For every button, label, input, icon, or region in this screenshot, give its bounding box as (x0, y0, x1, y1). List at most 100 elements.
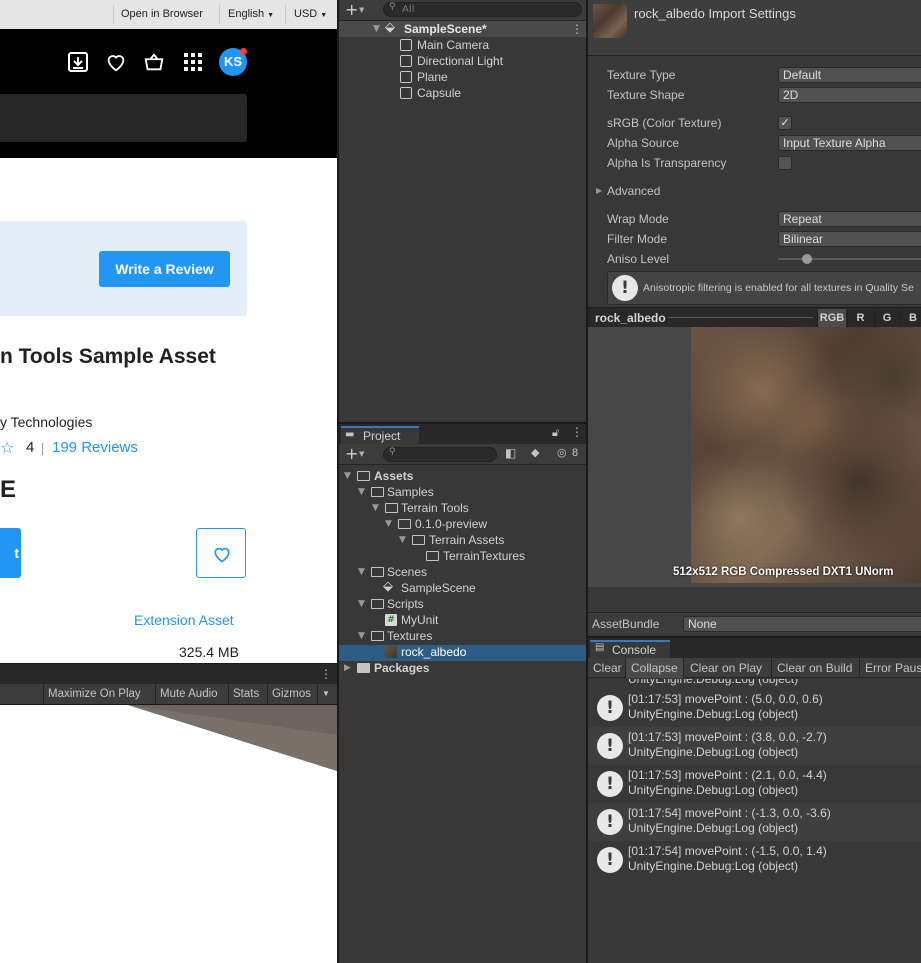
tree-item-terrain-textures[interactable]: TerrainTextures (339, 548, 586, 564)
game-scene-render[interactable] (0, 705, 337, 963)
project-search-input[interactable]: ⚲ (383, 447, 497, 462)
pane-divider[interactable] (588, 636, 921, 638)
more-options-icon[interactable]: ⋮ (320, 667, 332, 681)
texture-type-dropdown[interactable]: Default (778, 67, 921, 83)
log-entry[interactable]: ! [01:17:53] movePoint : (2.1, 0.0, -4.4… (588, 765, 921, 803)
expand-arrow-icon[interactable]: ▼ (358, 599, 368, 609)
clear-on-play-toggle[interactable]: Clear on Play (685, 658, 767, 678)
collapsed-arrow-icon[interactable]: ▶ (344, 663, 354, 673)
clear-button[interactable]: Clear (588, 658, 627, 678)
log-info-icon: ! (597, 695, 623, 721)
channel-g-button[interactable]: G (874, 309, 899, 327)
expand-arrow-icon[interactable]: ▼ (358, 567, 368, 577)
language-select[interactable]: English ▼ (228, 0, 274, 29)
folder-icon (398, 519, 411, 529)
gizmos-toggle[interactable]: Gizmos (267, 684, 315, 704)
publisher-link[interactable]: y Technologies (0, 414, 92, 430)
wishlist-heart-icon[interactable] (105, 51, 129, 73)
hierarchy-item-directional-light[interactable]: Directional Light (339, 53, 586, 69)
tree-item-version[interactable]: ▼ 0.1.0-preview (339, 516, 586, 532)
add-object-plus-icon[interactable]: + (345, 0, 358, 20)
tree-item-assets[interactable]: ▼ Assets (339, 468, 586, 484)
search-by-type-icon[interactable]: ◧ (505, 446, 516, 460)
favorite-button[interactable] (196, 528, 246, 578)
aniso-level-slider[interactable] (778, 258, 921, 260)
tree-item-label: Scenes (387, 565, 428, 579)
extension-asset-link[interactable]: Extension Asset (134, 612, 234, 628)
log-source: UnityEngine.Debug:Log (object) (628, 745, 799, 759)
pane-divider[interactable] (339, 422, 586, 424)
hierarchy-item-capsule[interactable]: Capsule (339, 85, 586, 101)
assetbundle-dropdown[interactable]: None (683, 616, 921, 632)
tree-item-scripts[interactable]: ▼ Scripts (339, 596, 586, 612)
tree-item-rock-albedo[interactable]: rock_albedo (339, 644, 586, 660)
log-entry[interactable]: ! [01:17:54] movePoint : (-1.3, 0.0, -3.… (588, 803, 921, 841)
tree-item-terrain-assets[interactable]: ▼ Terrain Assets (339, 532, 586, 548)
channel-r-button[interactable]: R (847, 309, 873, 327)
hierarchy-search-input[interactable]: ⚲ All (383, 2, 582, 17)
maximize-on-play-toggle[interactable]: Maximize On Play (43, 684, 145, 704)
chevron-down-icon[interactable]: ▼ (359, 3, 364, 17)
alpha-source-dropdown[interactable]: Input Texture Alpha (778, 135, 921, 151)
search-by-label-icon[interactable]: ◆ (531, 446, 539, 459)
more-options-icon[interactable]: ⋮ (571, 21, 583, 37)
collapsed-arrow-icon[interactable]: ▶ (596, 186, 602, 195)
alpha-transparency-checkbox[interactable] (778, 156, 792, 170)
expand-arrow-icon[interactable]: ▼ (358, 487, 368, 497)
texture-shape-dropdown[interactable]: 2D (778, 87, 921, 103)
log-entry[interactable]: ! [01:17:53] movePoint : (3.8, 0.0, -2.7… (588, 727, 921, 765)
tab-project[interactable]: ▬ Project (341, 426, 419, 444)
log-entry[interactable]: ! [01:17:54] movePoint : (-1.5, 0.0, 1.4… (588, 841, 921, 879)
apps-grid-icon[interactable] (182, 51, 206, 73)
error-pause-toggle[interactable]: Error Paus (859, 658, 921, 678)
collapse-toggle[interactable]: Collapse (625, 658, 684, 678)
expand-arrow-icon[interactable]: ▼ (372, 503, 382, 513)
hierarchy-item-main-camera[interactable]: Main Camera (339, 37, 586, 53)
mute-audio-toggle[interactable]: Mute Audio (155, 684, 222, 704)
hidden-packages-icon[interactable]: ◎ (557, 446, 567, 459)
expand-arrow-icon[interactable]: ▼ (373, 24, 383, 34)
chevron-down-icon[interactable]: ▼ (359, 447, 364, 461)
log-entry[interactable]: ! [01:17:53] movePoint : (5.0, 0.0, 0.6)… (588, 689, 921, 727)
expand-arrow-icon[interactable]: ▼ (358, 631, 368, 641)
clear-on-build-toggle[interactable]: Clear on Build (771, 658, 857, 678)
store-search-input[interactable] (0, 94, 247, 142)
add-to-my-assets-button[interactable]: t (0, 528, 21, 578)
scene-row[interactable]: ▼ ⬙ SampleScene* ⋮ (339, 20, 586, 37)
more-options-icon[interactable]: ⋮ (571, 425, 583, 439)
channel-b-button[interactable]: B (900, 309, 921, 327)
hidden-packages-count: 8 (572, 447, 579, 459)
reviews-link[interactable]: 199 Reviews (52, 439, 138, 456)
aniso-slider-handle[interactable] (802, 254, 812, 264)
create-plus-icon[interactable]: + (345, 444, 358, 464)
tree-item-packages[interactable]: ▶ Packages (339, 660, 586, 676)
tree-item-scenes[interactable]: ▼ Scenes (339, 564, 586, 580)
console-toolbar: Clear Collapse Clear on Play Clear on Bu… (588, 658, 921, 678)
texture-preview-area[interactable]: 512x512 RGB Compressed DXT1 UNorm (588, 327, 921, 587)
open-in-browser-link[interactable]: Open in Browser (121, 0, 203, 29)
hierarchy-item-label: Capsule (417, 86, 462, 100)
tree-item-samples[interactable]: ▼ Samples (339, 484, 586, 500)
filter-mode-dropdown[interactable]: Bilinear (778, 231, 921, 247)
expand-arrow-icon[interactable]: ▼ (385, 519, 395, 529)
expand-arrow-icon[interactable]: ▼ (399, 535, 409, 545)
tree-item-sample-scene[interactable]: ⬙ SampleScene (339, 579, 586, 596)
stats-toggle[interactable]: Stats (228, 684, 264, 704)
srgb-checkbox[interactable]: ✓ (778, 116, 792, 130)
tree-item-terrain-tools[interactable]: ▼ Terrain Tools (339, 500, 586, 516)
advanced-foldout[interactable]: Advanced (607, 181, 660, 201)
tree-item-textures[interactable]: ▼ Textures (339, 628, 586, 644)
cart-basket-icon[interactable] (143, 51, 167, 73)
store-topbar: Open in Browser English ▼ USD ▼ (0, 0, 337, 29)
expand-arrow-icon[interactable]: ▼ (344, 471, 354, 481)
tab-console[interactable]: ▤ Console (590, 640, 670, 658)
wrap-mode-dropdown[interactable]: Repeat (778, 211, 921, 227)
hierarchy-item-plane[interactable]: Plane (339, 69, 586, 85)
channel-rgb-button[interactable]: RGB (817, 309, 846, 327)
write-review-button[interactable]: Write a Review (99, 251, 230, 287)
download-icon[interactable] (67, 51, 91, 73)
gizmos-dropdown-icon[interactable]: ▼ (317, 684, 337, 704)
tree-item-my-unit[interactable]: # MyUnit (339, 612, 586, 628)
lock-icon[interactable]: 🔓︎ (552, 426, 559, 440)
currency-select[interactable]: USD ▼ (294, 0, 327, 29)
